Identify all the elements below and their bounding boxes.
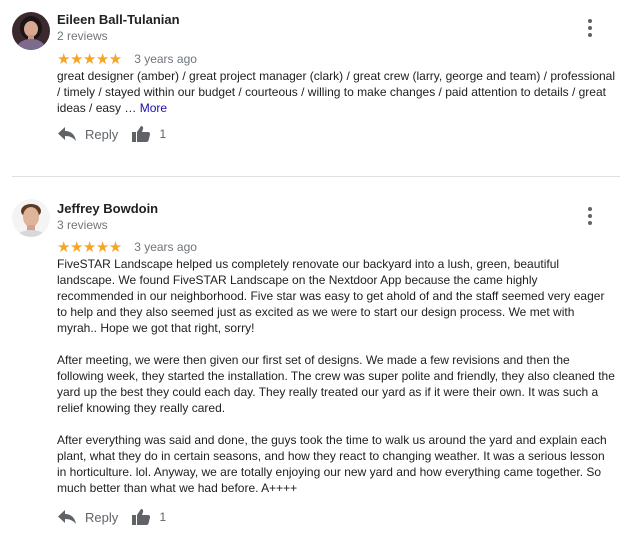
reply-label: Reply	[85, 126, 119, 142]
more-options-icon[interactable]	[578, 204, 602, 228]
review-card: Eileen Ball-Tulanian 2 reviews ★★★★★ 3 y…	[0, 0, 634, 176]
reviewer-review-count: 2 reviews	[57, 29, 108, 43]
more-link[interactable]: More	[140, 101, 167, 115]
review-card: Jeffrey Bowdoin 3 reviews ★★★★★ 3 years …	[0, 177, 634, 549]
review-time: 3 years ago	[134, 52, 197, 66]
like-count: 1	[159, 510, 167, 524]
star-rating: ★★★★★	[57, 51, 122, 68]
reply-label: Reply	[85, 509, 119, 525]
rating-row: ★★★★★ 3 years ago	[57, 238, 197, 256]
like-count: 1	[159, 127, 167, 141]
reply-icon	[58, 127, 76, 141]
rating-row: ★★★★★ 3 years ago	[57, 50, 197, 68]
review-actions: Reply 1	[57, 508, 166, 532]
review-paragraph: After everything was said and done, the …	[57, 433, 607, 495]
reply-button[interactable]: Reply	[57, 126, 127, 142]
review-text: FiveSTAR Landscape helped us completely …	[57, 256, 617, 496]
reviewer-review-count: 3 reviews	[57, 218, 108, 232]
reply-button[interactable]: Reply	[57, 509, 127, 525]
reply-icon	[58, 510, 76, 524]
review-paragraph: FiveSTAR Landscape helped us completely …	[57, 257, 605, 335]
review-text: great designer (amber) / great project m…	[57, 68, 617, 116]
like-button[interactable]: 1	[131, 508, 166, 526]
reviewer-name[interactable]: Jeffrey Bowdoin	[57, 201, 158, 216]
avatar[interactable]	[12, 199, 50, 237]
star-rating: ★★★★★	[57, 239, 122, 256]
reviewer-name[interactable]: Eileen Ball-Tulanian	[57, 12, 180, 27]
review-actions: Reply 1	[57, 125, 166, 149]
thumbs-up-icon	[132, 509, 151, 525]
avatar[interactable]	[12, 12, 50, 50]
thumbs-up-icon	[132, 126, 151, 142]
like-button[interactable]: 1	[131, 125, 166, 143]
more-options-icon[interactable]	[578, 16, 602, 40]
review-time: 3 years ago	[134, 240, 197, 254]
review-paragraph: After meeting, we were then given our fi…	[57, 353, 615, 415]
